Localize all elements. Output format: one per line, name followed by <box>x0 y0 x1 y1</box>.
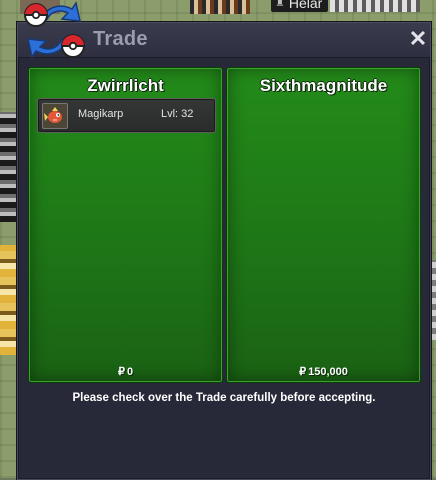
money-amount: 150,000 <box>308 366 348 378</box>
pokedollar-icon: ₽ <box>117 366 125 378</box>
world-sprite <box>330 0 420 12</box>
close-button[interactable]: ✕ <box>408 28 428 50</box>
trade-panel-right: Sixthmagnitude ₽150,000 <box>226 67 421 383</box>
trade-logo-icon <box>24 1 85 59</box>
trader-name: Zwirrlicht <box>87 76 164 95</box>
offered-money: ₽0 <box>29 365 222 378</box>
trade-panel-left: Zwirrlicht Magikarp Lvl: 32 ₽0 <box>28 67 223 383</box>
trade-item-slot[interactable]: Magikarp Lvl: 32 <box>37 98 216 133</box>
player-nametag-label: Helar <box>288 0 323 11</box>
magikarp-icon <box>42 103 68 129</box>
world-sprite <box>190 0 250 14</box>
item-level: Lvl: 32 <box>161 108 194 120</box>
window-title: Trade <box>93 28 148 50</box>
item-name: Magikarp <box>78 108 124 120</box>
trade-window: Trade ✕ Zwirrlicht Magikarp Lvl: 32 ₽0 S… <box>17 22 431 480</box>
pokedollar-icon: ₽ <box>299 366 307 378</box>
offered-money: ₽150,000 <box>227 365 420 378</box>
member-icon: ♜ <box>275 0 285 9</box>
trade-warning-message: Please check over the Trade carefully be… <box>72 392 376 404</box>
money-amount: 0 <box>126 366 134 378</box>
player-nametag[interactable]: ♜ Helar <box>271 0 329 12</box>
trader-name: Sixthmagnitude <box>259 76 388 95</box>
